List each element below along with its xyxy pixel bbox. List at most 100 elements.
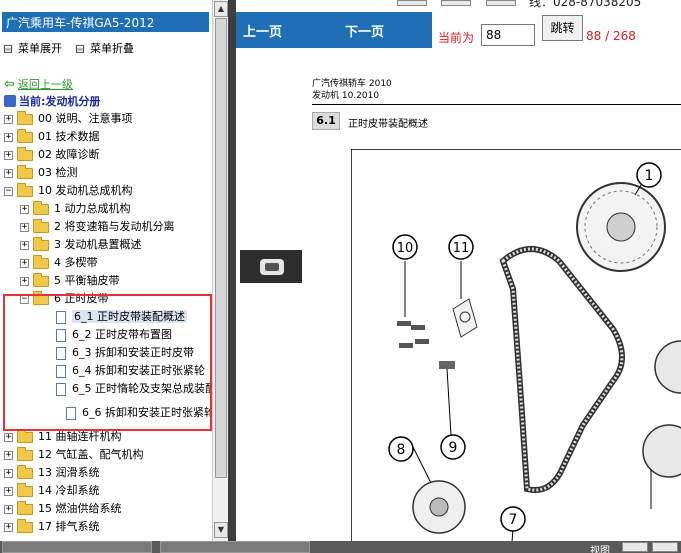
folder-icon <box>17 428 33 443</box>
callout-9: 9 <box>440 434 466 460</box>
panel-splitter[interactable] <box>228 0 236 553</box>
callout-leader <box>446 368 452 436</box>
page-count: 88 / 268 <box>586 29 636 43</box>
tree-item[interactable]: +5 平衡轴皮带 <box>20 272 120 290</box>
taskbar-item[interactable] <box>2 541 152 553</box>
folder-icon <box>33 236 49 251</box>
engine-tab[interactable] <box>240 250 302 283</box>
tree-item[interactable]: +17 排气系统 <box>4 518 100 536</box>
window-control[interactable] <box>486 0 516 6</box>
tree-item-label: 02 故障诊断 <box>38 148 100 161</box>
expand-icon[interactable]: + <box>4 450 13 460</box>
jump-button[interactable]: 跳转 <box>542 15 583 41</box>
folder-icon <box>17 182 33 197</box>
tree-item[interactable]: +1 动力总成机构 <box>20 200 131 218</box>
timing-belt <box>499 246 625 493</box>
folder-icon <box>33 254 49 269</box>
tree-item[interactable]: +01 技术数据 <box>4 128 100 146</box>
expand-icon[interactable]: + <box>20 222 29 232</box>
tree-item[interactable]: +2 将变速箱与发动机分离 <box>20 218 175 236</box>
folder-icon <box>33 218 49 233</box>
collapse-all-button[interactable]: 菜单折叠 <box>76 40 134 55</box>
folder-icon <box>33 272 49 287</box>
header-rule <box>312 104 681 105</box>
tree-item-label: 5 平衡轴皮带 <box>54 274 120 287</box>
collapse-icon[interactable]: − <box>4 186 13 196</box>
expand-icon[interactable]: + <box>4 132 13 142</box>
tree-scrollbar[interactable]: ▲ ▼ <box>212 0 228 541</box>
tensioner-bolt-hole <box>459 311 471 323</box>
taskbar-item[interactable] <box>160 541 310 553</box>
view-mode-icon[interactable] <box>652 542 678 552</box>
back-link-row[interactable]: ⇦ 返回上一级 <box>4 76 73 92</box>
page-number-input[interactable] <box>481 24 535 46</box>
current-section-label: 当前:发动机分册 <box>19 95 101 108</box>
tree-item[interactable]: +4 多楔带 <box>20 254 98 272</box>
view-mode-icon[interactable] <box>622 542 648 552</box>
expand-icon[interactable]: + <box>4 522 13 532</box>
tree-item-label: 14 冷却系统 <box>38 484 100 497</box>
tree-item[interactable]: +14 冷却系统 <box>4 482 100 500</box>
tree-item[interactable]: +02 故障诊断 <box>4 146 100 164</box>
expand-icon[interactable]: + <box>20 258 29 268</box>
folder-icon <box>17 518 33 533</box>
expand-icon[interactable]: + <box>20 204 29 214</box>
back-link[interactable]: 返回上一级 <box>18 78 73 91</box>
crank-pulley <box>642 424 681 478</box>
expand-all-button[interactable]: 菜单展开 <box>4 40 62 55</box>
water-pump-hub <box>429 497 449 517</box>
header-line-2: 发动机 10.2010 <box>312 91 380 101</box>
navigation-tree-panel: 广汽乘用车-传祺GA5-2012 菜单展开 菜单折叠 ⇦ 返回上一级 当前:发动机… <box>0 0 212 541</box>
next-page-button[interactable]: 下一页 <box>345 21 384 40</box>
window-control[interactable] <box>441 0 471 6</box>
expand-icon[interactable]: + <box>4 504 13 514</box>
camshaft-hub <box>606 212 636 242</box>
document-header: 广汽传祺轿车 2010 发动机 10.2010 <box>312 78 392 102</box>
expand-icon[interactable]: + <box>4 150 13 160</box>
section-number: 6.1 <box>312 112 340 130</box>
svg-text:1: 1 <box>645 168 654 184</box>
menu-icon <box>76 45 84 53</box>
tree-item[interactable]: − 10 发动机总成机构 <box>4 182 133 200</box>
expand-all-label: 菜单展开 <box>18 42 62 55</box>
svg-text:8: 8 <box>397 442 406 458</box>
tree-item-label: 01 技术数据 <box>38 130 100 143</box>
expand-icon[interactable]: + <box>4 486 13 496</box>
tree-item[interactable]: +00 说明、注意事项 <box>4 110 133 128</box>
expand-icon[interactable]: + <box>4 114 13 124</box>
app-title: 广汽乘用车-传祺GA5-2012 <box>2 12 209 32</box>
tree-item[interactable]: +3 发动机悬置概述 <box>20 236 142 254</box>
tree-item-label: 03 检测 <box>38 166 78 179</box>
window-control[interactable] <box>397 0 427 6</box>
expand-icon[interactable]: + <box>4 168 13 178</box>
tree-item[interactable]: +03 检测 <box>4 164 78 182</box>
tree-item-label: 11 曲轴连杆机构 <box>38 430 122 443</box>
expand-icon[interactable]: + <box>20 240 29 250</box>
tree-item[interactable]: +12 气缸盖、配气机构 <box>4 446 144 464</box>
svg-text:10: 10 <box>397 241 414 256</box>
tree-item[interactable]: +15 燃油供给系统 <box>4 500 122 518</box>
view-label[interactable]: 视图 <box>590 542 610 553</box>
callout-11: 11 <box>448 234 474 260</box>
phone-number: 线：028-87038205 <box>529 0 642 9</box>
tree-item[interactable]: +13 润滑系统 <box>4 464 100 482</box>
scroll-up-icon[interactable]: ▲ <box>214 1 228 17</box>
scrollbar-thumb[interactable] <box>215 18 227 478</box>
tree-item-label: 15 燃油供给系统 <box>38 502 122 515</box>
expand-icon[interactable]: + <box>4 468 13 478</box>
current-section: 当前:发动机分册 <box>4 93 100 109</box>
tree-item-label: 12 气缸盖、配气机构 <box>38 448 144 461</box>
section-title: 正时皮带装配概述 <box>348 119 428 130</box>
tree-item-label: 13 润滑系统 <box>38 466 100 479</box>
prev-page-button[interactable]: 上一页 <box>243 21 282 40</box>
svg-text:11: 11 <box>453 241 470 256</box>
scroll-down-icon[interactable]: ▼ <box>214 522 228 538</box>
folder-icon <box>17 500 33 515</box>
folder-icon <box>17 146 33 161</box>
expand-icon[interactable]: + <box>4 432 13 442</box>
folder-icon <box>17 110 33 125</box>
expand-icon[interactable]: + <box>20 276 29 286</box>
folder-icon <box>17 128 33 143</box>
folder-icon <box>33 200 49 215</box>
folder-icon <box>17 464 33 479</box>
